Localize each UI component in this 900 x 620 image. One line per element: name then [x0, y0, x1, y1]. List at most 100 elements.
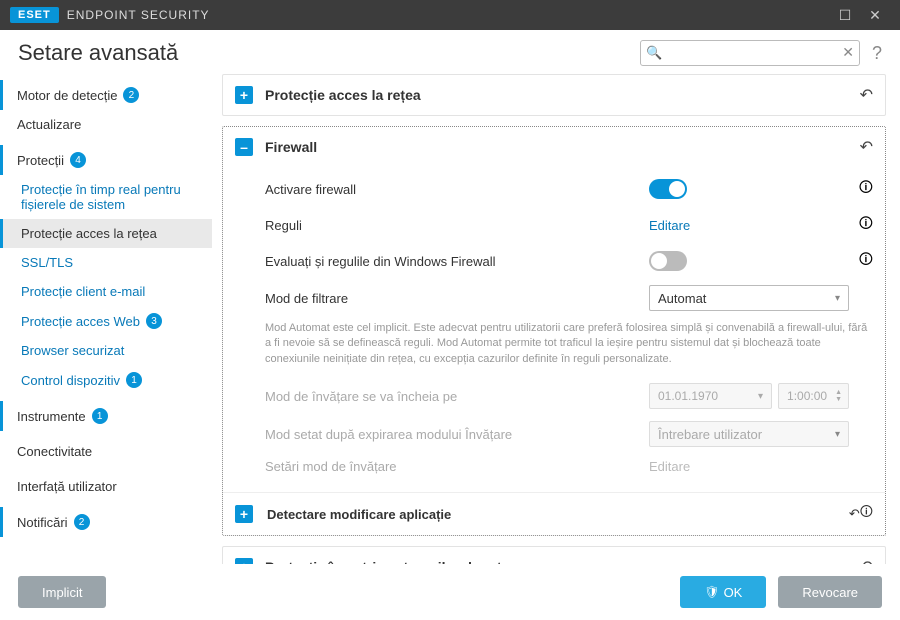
badge: 1 [126, 372, 142, 388]
window-maximize-icon[interactable]: ☐ [830, 7, 860, 24]
date-input-learn-end: 01.01.1970 ▾ [649, 383, 772, 409]
sidebar-item[interactable]: SSL/TLS [0, 248, 212, 277]
sidebar-item[interactable]: Interfață utilizator [0, 472, 212, 501]
page-title: Setare avansată [18, 40, 640, 66]
sidebar-item-label: Protecție acces Web [21, 314, 140, 329]
time-input-learn-end: 1:00:00 ▲▼ [778, 383, 849, 409]
filter-mode-description: Mod Automat este cel implicit. Este adec… [265, 317, 873, 377]
panel-header-network-access[interactable]: + Protecție acces la rețea ↶ [223, 75, 885, 115]
badge: 1 [92, 408, 108, 424]
sidebar-item[interactable]: Protecții 4 [0, 145, 212, 175]
revert-icon[interactable]: ↶ [849, 506, 860, 522]
clear-search-icon[interactable]: ✕ [842, 44, 854, 61]
sidebar-item-label: Instrumente [17, 409, 86, 424]
info-icon[interactable]: 🛈 [860, 503, 873, 525]
info-icon[interactable]: 🛈 [849, 213, 873, 237]
select-filter-mode[interactable]: Automat ▾ [649, 285, 849, 311]
row-filter-mode: Mod de filtrare Automat ▾ [265, 279, 873, 317]
search-icon: 🔍 [646, 45, 662, 61]
toggle-enable-firewall[interactable] [649, 179, 687, 199]
row-rules: Reguli Editare 🛈 [265, 207, 873, 243]
chevron-down-icon: ▾ [835, 429, 840, 440]
expand-icon: + [235, 86, 253, 104]
row-learn-settings: Setări mod de învățare Editare [265, 453, 873, 480]
collapse-icon: – [235, 138, 253, 156]
revert-icon[interactable]: ↶ [860, 85, 873, 105]
row-after-learn: Mod setat după expirarea modului Învățar… [265, 415, 873, 453]
footer: Implicit 🛡OK Revocare [0, 564, 900, 620]
sidebar-item-label: Conectivitate [17, 444, 92, 459]
badge: 2 [74, 514, 90, 530]
sidebar-item[interactable]: Protecție acces Web 3 [0, 306, 212, 336]
label-learn-end: Mod de învățare se va încheia pe [265, 389, 649, 404]
sidebar-item[interactable]: Protecție client e-mail [0, 277, 212, 306]
expand-icon: + [235, 505, 253, 523]
sidebar-item-label: Control dispozitiv [21, 373, 120, 388]
sidebar-item-label: Notificări [17, 515, 68, 530]
sidebar-item-label: Protecție acces la rețea [21, 226, 157, 241]
sidebar-item-label: Protecție în timp real pentru fișierele … [21, 182, 200, 212]
window-close-icon[interactable]: ✕ [860, 7, 890, 24]
sidebar-item-label: Motor de detecție [17, 88, 117, 103]
panel-title: Firewall [265, 139, 860, 155]
panel-firewall: – Firewall ↶ Activare firewall 🛈 Reguli … [222, 126, 886, 536]
sidebar-item-label: Actualizare [17, 117, 81, 132]
label-rules: Reguli [265, 218, 649, 233]
panel-network-attack: + Protecție împotriva atacurilor de rețe… [222, 546, 886, 564]
edit-rules-link[interactable]: Editare [649, 218, 690, 233]
subsection-title: Detectare modificare aplicație [267, 507, 849, 522]
info-icon[interactable]: 🛈 [849, 177, 873, 201]
header: Setare avansată 🔍 ✕ ? [0, 30, 900, 74]
row-enable-firewall: Activare firewall 🛈 [265, 171, 873, 207]
sidebar-item-label: Protecție client e-mail [21, 284, 145, 299]
sidebar-item[interactable]: Motor de detecție 2 [0, 80, 212, 110]
label-enable-firewall: Activare firewall [265, 182, 649, 197]
search-wrap: 🔍 ✕ [640, 40, 860, 66]
label-after-learn: Mod setat după expirarea modului Învățar… [265, 427, 649, 442]
subsection-app-change-detection[interactable]: + Detectare modificare aplicație ↶ 🛈 [223, 492, 885, 535]
search-input[interactable] [640, 40, 860, 66]
panel-header-network-attack[interactable]: + Protecție împotriva atacurilor de rețe… [223, 547, 885, 564]
help-icon[interactable]: ? [872, 43, 882, 64]
label-learn-settings: Setări mod de învățare [265, 459, 649, 474]
sidebar-item[interactable]: Protecție acces la rețea [0, 219, 212, 248]
default-button[interactable]: Implicit [18, 576, 106, 608]
badge: 4 [70, 152, 86, 168]
shield-icon: 🛡 [704, 585, 719, 599]
chevron-down-icon: ▾ [758, 391, 763, 402]
chevron-down-icon: ▾ [835, 293, 840, 304]
panel-body-firewall: Activare firewall 🛈 Reguli Editare 🛈 Eva… [223, 167, 885, 492]
select-after-learn: Întrebare utilizator ▾ [649, 421, 849, 447]
edit-learn-settings-link: Editare [649, 459, 690, 474]
info-icon[interactable]: 🛈 [849, 249, 873, 273]
product-name: ENDPOINT SECURITY [67, 8, 210, 22]
label-windows-firewall: Evaluați și regulile din Windows Firewal… [265, 254, 649, 269]
spinner-icon: ▲▼ [835, 389, 842, 403]
revert-icon[interactable]: ↶ [860, 137, 873, 157]
sidebar-item[interactable]: Browser securizat [0, 336, 212, 365]
sidebar-item-label: Protecții [17, 153, 64, 168]
badge: 2 [123, 87, 139, 103]
ok-button[interactable]: 🛡OK [680, 576, 766, 608]
toggle-windows-firewall[interactable] [649, 251, 687, 271]
sidebar-item[interactable]: Conectivitate [0, 437, 212, 466]
sidebar-item-label: SSL/TLS [21, 255, 73, 270]
panel-network-access: + Protecție acces la rețea ↶ [222, 74, 886, 116]
cancel-button[interactable]: Revocare [778, 576, 882, 608]
sidebar-item[interactable]: Actualizare [0, 110, 212, 139]
row-learn-end: Mod de învățare se va încheia pe 01.01.1… [265, 377, 873, 415]
panel-title: Protecție acces la rețea [265, 87, 860, 103]
sidebar-item[interactable]: Protecție în timp real pentru fișierele … [0, 175, 212, 219]
brand-logo: ESET [10, 7, 59, 23]
panel-header-firewall[interactable]: – Firewall ↶ [223, 127, 885, 167]
revert-icon[interactable]: ↶ [860, 557, 873, 564]
row-windows-firewall: Evaluați și regulile din Windows Firewal… [265, 243, 873, 279]
sidebar: Motor de detecție2ActualizareProtecții4P… [0, 74, 212, 564]
label-filter-mode: Mod de filtrare [265, 291, 649, 306]
sidebar-item[interactable]: Control dispozitiv 1 [0, 365, 212, 395]
sidebar-item[interactable]: Notificări 2 [0, 507, 212, 537]
badge: 3 [146, 313, 162, 329]
titlebar: ESET ENDPOINT SECURITY ☐ ✕ [0, 0, 900, 30]
sidebar-item-label: Browser securizat [21, 343, 124, 358]
sidebar-item[interactable]: Instrumente 1 [0, 401, 212, 431]
